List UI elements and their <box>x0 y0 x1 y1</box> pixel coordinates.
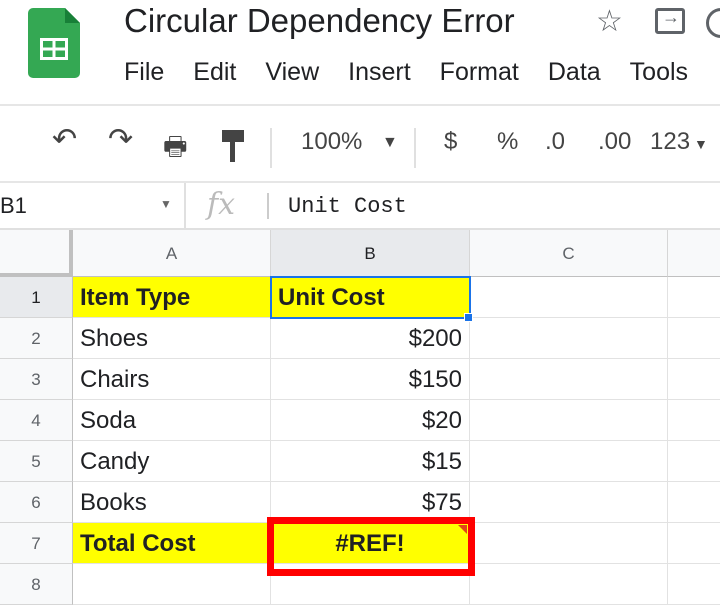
chevron-down-icon[interactable]: ▼ <box>382 134 398 152</box>
row-header-1[interactable]: 1 <box>0 277 73 318</box>
cell-C1[interactable] <box>470 277 668 318</box>
cell-B4[interactable]: $20 <box>271 400 470 441</box>
redo-icon[interactable]: ↷ <box>108 122 133 157</box>
chevron-down-icon[interactable]: ▼ <box>160 197 172 211</box>
row-header-3[interactable]: 3 <box>0 359 73 400</box>
cell-C7[interactable] <box>470 523 668 564</box>
toolbar: ↶ ↷ 🖶 100% ▼ $ % .0 .00 123 ▼ <box>0 104 720 183</box>
cell-C8[interactable] <box>470 564 668 605</box>
cell-D2[interactable] <box>668 318 720 359</box>
cell-D3[interactable] <box>668 359 720 400</box>
row-header-7[interactable]: 7 <box>0 523 73 564</box>
currency-button[interactable]: $ <box>444 128 457 156</box>
print-icon[interactable]: 🖶 <box>163 128 188 172</box>
cell-B2[interactable]: $200 <box>271 318 470 359</box>
row-header-4[interactable]: 4 <box>0 400 73 441</box>
move-folder-icon[interactable] <box>655 7 685 34</box>
cell-A5[interactable]: Candy <box>73 441 271 482</box>
cell-A3[interactable]: Chairs <box>73 359 271 400</box>
cell-C4[interactable] <box>470 400 668 441</box>
row-header-6[interactable]: 6 <box>0 482 73 523</box>
menu-tools[interactable]: Tools <box>630 58 688 87</box>
cell-B3[interactable]: $150 <box>271 359 470 400</box>
cell-A8[interactable] <box>73 564 271 605</box>
menu-format[interactable]: Format <box>440 58 519 87</box>
menu-bar: File Edit View Insert Format Data Tools <box>124 58 717 87</box>
decrease-decimal-button[interactable]: .0 <box>545 128 565 156</box>
menu-view[interactable]: View <box>265 58 319 87</box>
cell-B1[interactable]: Unit Cost <box>271 277 470 318</box>
cell-B6[interactable]: $75 <box>271 482 470 523</box>
row-header-8[interactable]: 8 <box>0 564 73 605</box>
menu-data[interactable]: Data <box>548 58 601 87</box>
cell-C5[interactable] <box>470 441 668 482</box>
cell-D1[interactable] <box>668 277 720 318</box>
cell-A1[interactable]: Item Type <box>73 277 271 318</box>
paint-format-icon[interactable] <box>222 130 246 162</box>
percent-button[interactable]: % <box>497 128 518 156</box>
fill-handle[interactable] <box>464 313 473 322</box>
cell-A7[interactable]: Total Cost <box>73 523 271 564</box>
cell-B8[interactable] <box>271 564 470 605</box>
increase-decimal-button[interactable]: .00 <box>598 128 631 156</box>
column-header-c[interactable]: C <box>470 230 668 277</box>
cell-D6[interactable] <box>668 482 720 523</box>
error-indicator-icon[interactable] <box>458 525 467 534</box>
column-header-d[interactable] <box>668 230 720 277</box>
menu-edit[interactable]: Edit <box>193 58 236 87</box>
formula-input[interactable]: Unit Cost <box>288 194 407 219</box>
cell-A2[interactable]: Shoes <box>73 318 271 359</box>
column-header-b[interactable]: B <box>271 230 470 277</box>
cell-D7[interactable] <box>668 523 720 564</box>
cell-D5[interactable] <box>668 441 720 482</box>
cell-B7[interactable]: #REF! <box>271 523 470 564</box>
row-header-5[interactable]: 5 <box>0 441 73 482</box>
cell-C6[interactable] <box>470 482 668 523</box>
column-header-a[interactable]: A <box>73 230 271 277</box>
star-icon[interactable]: ☆ <box>596 4 623 39</box>
more-formats-button[interactable]: 123 <box>650 128 690 156</box>
fx-icon: fx <box>207 187 236 222</box>
menu-file[interactable]: File <box>124 58 164 87</box>
chevron-down-icon[interactable]: ▼ <box>694 136 708 152</box>
sheets-logo[interactable] <box>28 8 80 78</box>
document-title[interactable]: Circular Dependency Error <box>124 2 515 40</box>
cell-D8[interactable] <box>668 564 720 605</box>
undo-icon[interactable]: ↶ <box>52 122 77 157</box>
zoom-select[interactable]: 100% <box>301 128 362 156</box>
cell-B5[interactable]: $15 <box>271 441 470 482</box>
name-box[interactable]: B1 <box>0 193 27 219</box>
select-all-corner[interactable] <box>0 230 73 277</box>
cell-C2[interactable] <box>470 318 668 359</box>
cell-A6[interactable]: Books <box>73 482 271 523</box>
cell-D4[interactable] <box>668 400 720 441</box>
row-header-2[interactable]: 2 <box>0 318 73 359</box>
formula-bar: B1 ▼ fx Unit Cost <box>0 183 720 230</box>
menu-insert[interactable]: Insert <box>348 58 411 87</box>
cell-A4[interactable]: Soda <box>73 400 271 441</box>
cell-C3[interactable] <box>470 359 668 400</box>
cloud-status-icon[interactable] <box>706 8 720 38</box>
